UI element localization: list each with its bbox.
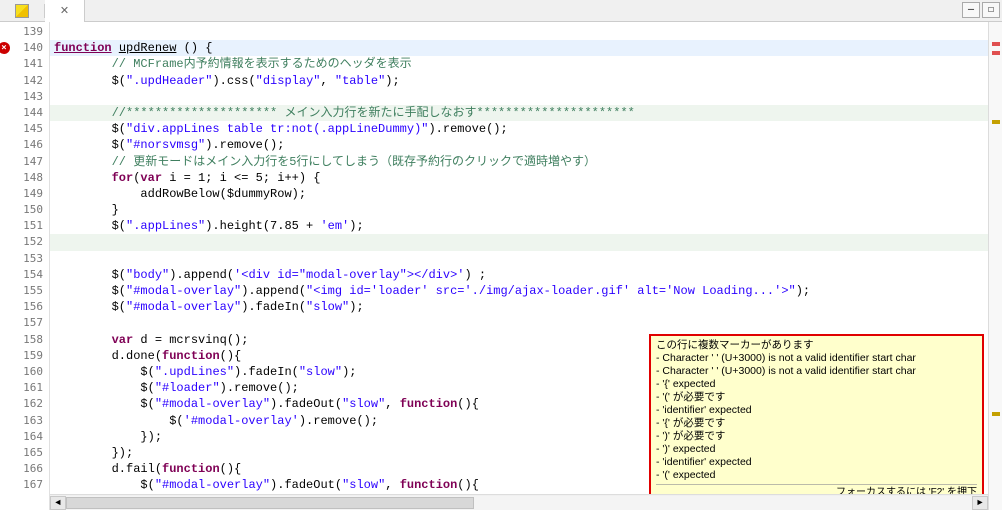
tooltip-item: - '(' が必要です xyxy=(656,391,977,404)
overview-mark[interactable] xyxy=(992,120,1000,124)
gutter-line: 160 xyxy=(0,364,43,380)
tooltip-item: - 'identifier' expected xyxy=(656,456,977,469)
gutter-line: 166 xyxy=(0,461,43,477)
code-line[interactable]: $("div.appLines table tr:not(.appLineDum… xyxy=(50,121,988,137)
minimize-button[interactable]: — xyxy=(962,2,980,18)
overview-mark[interactable] xyxy=(992,42,1000,46)
scroll-right-button[interactable]: ► xyxy=(972,496,988,510)
code-line[interactable] xyxy=(50,24,988,40)
code-line[interactable]: } xyxy=(50,202,988,218)
gutter-line: 161 xyxy=(0,380,43,396)
gutter-line: 147 xyxy=(0,154,43,170)
close-tab[interactable]: ✕ xyxy=(45,0,85,22)
editor-area: 139×140141142143144145146147148149150151… xyxy=(0,22,1002,510)
gutter-line: 158 xyxy=(0,332,43,348)
gutter-line: 144 xyxy=(0,105,43,121)
gutter-line: 150 xyxy=(0,202,43,218)
overview-ruler[interactable] xyxy=(988,22,1002,510)
tooltip-item: - '{' expected xyxy=(656,378,977,391)
code-line[interactable]: $("#modal-overlay").fadeIn("slow"); xyxy=(50,299,988,315)
gutter-line: 159 xyxy=(0,348,43,364)
gutter-line: 167 xyxy=(0,477,43,493)
gutter-line: ×140 xyxy=(0,40,43,56)
scroll-track[interactable] xyxy=(66,496,972,510)
tooltip-item: - ')' が必要です xyxy=(656,430,977,443)
tooltip-item: - ')' expected xyxy=(656,443,977,456)
error-tooltip: この行に複数マーカーがあります - Character ' ' (U+3000)… xyxy=(649,334,984,504)
code-line[interactable]: $(".updHeader").css("display", "table"); xyxy=(50,73,988,89)
gutter-line: 145 xyxy=(0,121,43,137)
tooltip-item: - 'identifier' expected xyxy=(656,404,977,417)
js-file-icon xyxy=(15,4,29,18)
gutter-line: 146 xyxy=(0,137,43,153)
gutter-line: 153 xyxy=(0,251,43,267)
gutter-line: 141 xyxy=(0,56,43,72)
code-line[interactable]: function updRenew () { xyxy=(50,40,988,56)
window-buttons: — ☐ xyxy=(962,2,1000,18)
gutter-line: 139 xyxy=(0,24,43,40)
tooltip-item: - '(' expected xyxy=(656,469,977,482)
code-line[interactable] xyxy=(50,251,988,267)
maximize-button[interactable]: ☐ xyxy=(982,2,1000,18)
code-line[interactable]: $(".appLines").height(7.85 + 'em'); xyxy=(50,218,988,234)
code-line[interactable]: addRowBelow($dummyRow); xyxy=(50,186,988,202)
code-line[interactable]: for(var i = 1; i <= 5; i++) { xyxy=(50,170,988,186)
overview-mark[interactable] xyxy=(992,51,1000,55)
code-line[interactable]: $("body").append('<div id="modal-overlay… xyxy=(50,267,988,283)
gutter-line: 162 xyxy=(0,396,43,412)
line-gutter: 139×140141142143144145146147148149150151… xyxy=(0,22,50,510)
overview-mark[interactable] xyxy=(992,412,1000,416)
gutter-line: 163 xyxy=(0,413,43,429)
gutter-line: 157 xyxy=(0,315,43,331)
code-line[interactable]: // 更新モードはメイン入力行を5行にしてしまう（既存予約行のクリックで適時増や… xyxy=(50,154,988,170)
code-line[interactable] xyxy=(50,315,988,331)
gutter-line: 155 xyxy=(0,283,43,299)
gutter-line: 143 xyxy=(0,89,43,105)
code-line[interactable]: //********************* メイン入力行を新たに手配しなおす… xyxy=(50,105,988,121)
gutter-line: 152 xyxy=(0,234,43,250)
tooltip-item: - Character ' ' (U+3000) is not a valid … xyxy=(656,365,977,378)
code-line[interactable] xyxy=(50,234,988,250)
file-tab[interactable] xyxy=(0,4,45,18)
tooltip-item: - '{' が必要です xyxy=(656,417,977,430)
tooltip-title: この行に複数マーカーがあります xyxy=(656,339,977,352)
gutter-line: 156 xyxy=(0,299,43,315)
gutter-line: 151 xyxy=(0,218,43,234)
gutter-line: 164 xyxy=(0,429,43,445)
gutter-line: 165 xyxy=(0,445,43,461)
scroll-left-button[interactable]: ◄ xyxy=(50,496,66,510)
code-line[interactable] xyxy=(50,89,988,105)
code-line[interactable]: // MCFrame内予約情報を表示するためのヘッダを表示 xyxy=(50,56,988,72)
gutter-line: 154 xyxy=(0,267,43,283)
error-marker-icon: × xyxy=(0,42,10,54)
tooltip-item: - Character ' ' (U+3000) is not a valid … xyxy=(656,352,977,365)
editor-toolbar: ✕ — ☐ xyxy=(0,0,1002,22)
scroll-thumb[interactable] xyxy=(66,497,474,509)
gutter-line: 142 xyxy=(0,73,43,89)
gutter-line: 149 xyxy=(0,186,43,202)
gutter-line: 148 xyxy=(0,170,43,186)
code-line[interactable]: $("#modal-overlay").append("<img id='loa… xyxy=(50,283,988,299)
close-icon: ✕ xyxy=(60,4,69,17)
horizontal-scrollbar[interactable]: ◄ ► xyxy=(50,494,988,510)
code-line[interactable]: $("#norsvmsg").remove(); xyxy=(50,137,988,153)
